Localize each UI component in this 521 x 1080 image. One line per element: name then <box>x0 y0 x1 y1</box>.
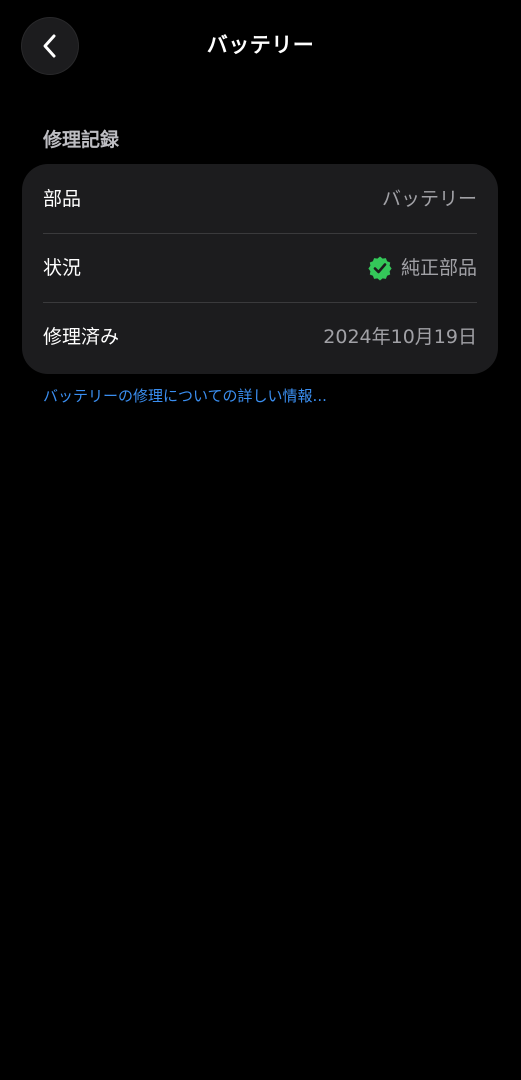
row-label-part: 部品 <box>43 187 82 210</box>
row-repaired-date: 修理済み 2024年10月19日 <box>22 302 498 371</box>
row-status: 状況 純正部品 <box>22 233 498 302</box>
row-label-repaired: 修理済み <box>43 325 120 348</box>
row-part: 部品 バッテリー <box>22 164 498 233</box>
navigation-bar: バッテリー <box>0 0 521 92</box>
row-label-status: 状況 <box>43 256 82 279</box>
row-value-repaired: 2024年10月19日 <box>323 325 477 348</box>
battery-repair-info-link[interactable]: バッテリーの修理についての詳しい情報... <box>43 384 327 408</box>
repair-history-card: 部品 バッテリー 状況 純正部品 修理済み 2024年10月19日 <box>22 164 498 374</box>
section-header-repair-history: 修理記録 <box>43 129 120 151</box>
row-value-status: 純正部品 <box>400 256 477 279</box>
page-title: バッテリー <box>206 33 315 57</box>
row-value-part: バッテリー <box>381 187 477 210</box>
verified-badge-icon <box>367 255 393 281</box>
row-value-status-wrapper: 純正部品 <box>367 254 477 282</box>
